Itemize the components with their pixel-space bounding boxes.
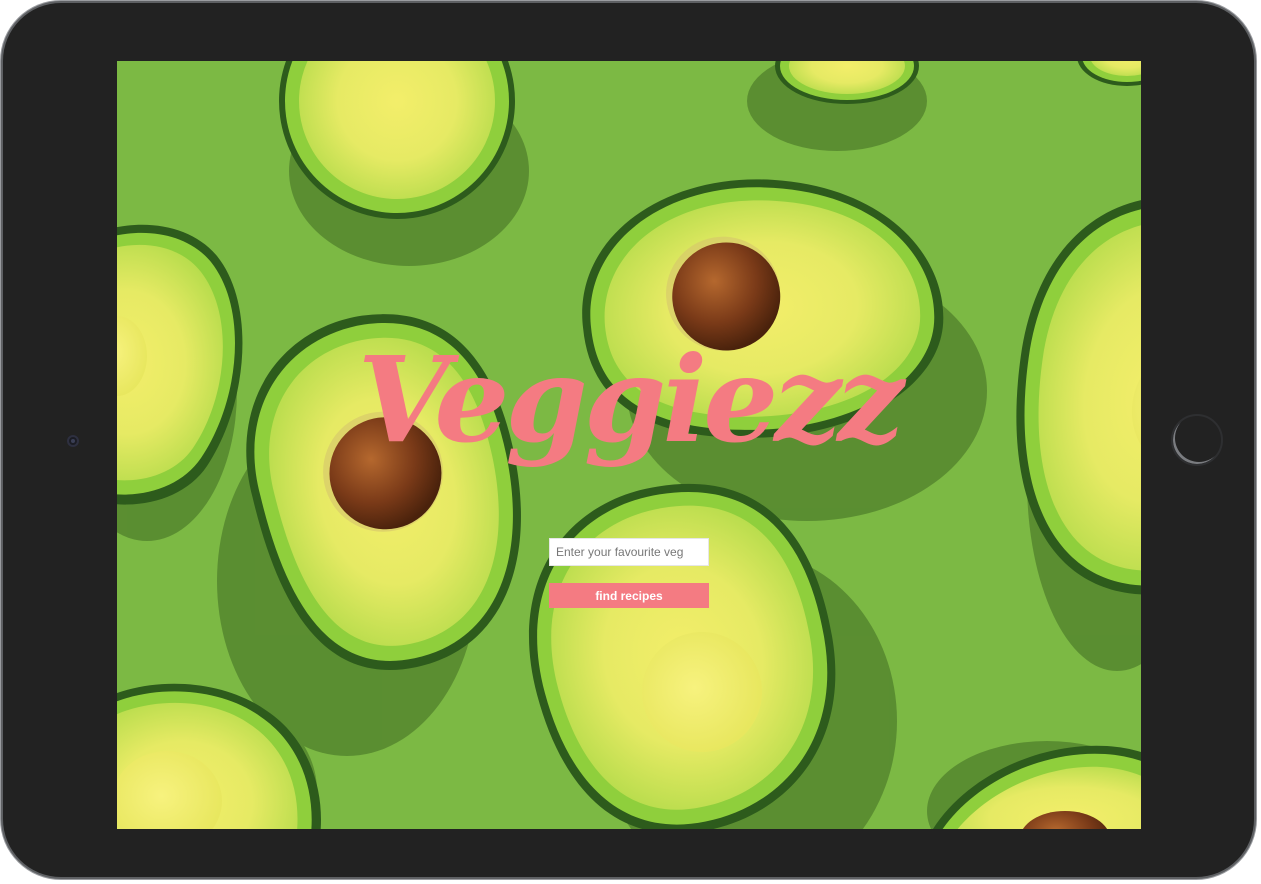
home-button[interactable]: [1171, 414, 1223, 466]
veg-search-input[interactable]: [549, 538, 709, 566]
brand-logo: Veggiezz: [358, 330, 912, 469]
app-screen: Veggiezz find recipes: [117, 61, 1141, 829]
tablet-frame: Veggiezz find recipes: [3, 3, 1254, 877]
brand-logo-text: Veggiezz: [358, 330, 908, 469]
find-recipes-button[interactable]: find recipes: [549, 583, 709, 608]
camera-icon: [67, 435, 79, 447]
